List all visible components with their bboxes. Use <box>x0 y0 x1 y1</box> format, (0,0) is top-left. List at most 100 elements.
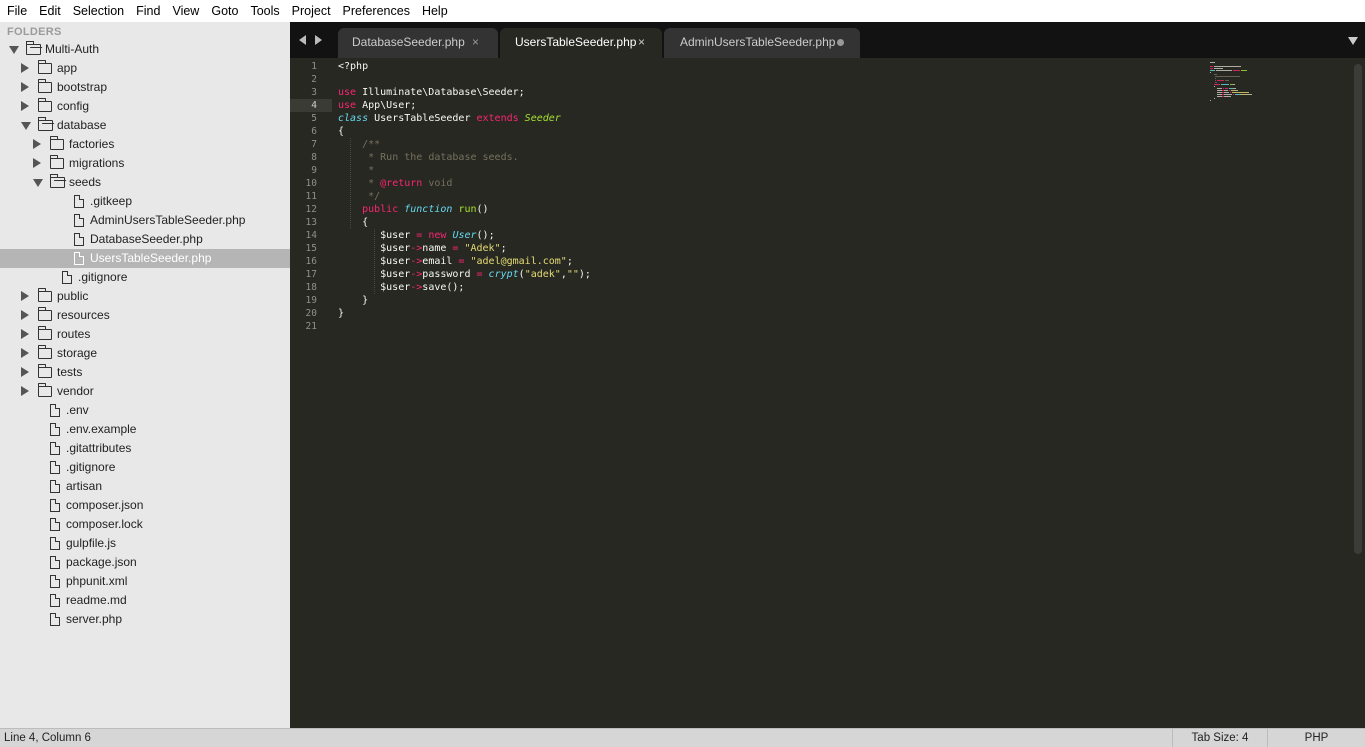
file-item[interactable]: gulpfile.js <box>0 534 290 553</box>
menu-selection[interactable]: Selection <box>67 0 130 22</box>
code-line[interactable]: public function run() <box>338 203 488 216</box>
menu-project[interactable]: Project <box>286 0 337 22</box>
file-item[interactable]: .gitignore <box>0 268 290 287</box>
file-item[interactable]: DatabaseSeeder.php <box>0 230 290 249</box>
folder-item[interactable]: storage <box>0 344 290 363</box>
folder-item[interactable]: Multi-Auth <box>0 40 290 59</box>
disclosure-closed-icon[interactable] <box>21 386 29 396</box>
disclosure-closed-icon[interactable] <box>33 158 41 168</box>
minimap[interactable] <box>1210 58 1270 118</box>
tab-users-table-seeder[interactable]: UsersTableSeeder.php × <box>500 28 662 58</box>
tab-close-icon[interactable]: × <box>472 28 479 56</box>
disclosure-closed-icon[interactable] <box>33 139 41 149</box>
file-item[interactable]: UsersTableSeeder.php <box>0 249 290 268</box>
code-line[interactable]: { <box>338 125 344 138</box>
code-line[interactable]: use Illuminate\Database\Seeder; <box>338 86 525 99</box>
folder-item[interactable]: seeds <box>0 173 290 192</box>
file-item[interactable]: composer.lock <box>0 515 290 534</box>
tab-dropdown-icon[interactable] <box>1348 37 1358 45</box>
tab-nav-right-icon[interactable] <box>315 35 322 45</box>
folder-item[interactable]: resources <box>0 306 290 325</box>
code-line[interactable]: /** <box>338 138 380 151</box>
disclosure-closed-icon[interactable] <box>21 291 29 301</box>
file-item[interactable]: server.php <box>0 610 290 629</box>
folder-item[interactable]: tests <box>0 363 290 382</box>
disclosure-closed-icon[interactable] <box>21 329 29 339</box>
code-line[interactable]: * <box>338 164 374 177</box>
menu-tools[interactable]: Tools <box>244 0 285 22</box>
syntax-selector[interactable]: PHP <box>1267 729 1365 747</box>
code-line[interactable]: * @return void <box>338 177 452 190</box>
disclosure-open-icon[interactable] <box>33 179 43 187</box>
code-line[interactable]: } <box>338 307 344 320</box>
tree-item-label: migrations <box>69 156 125 170</box>
folder-item[interactable]: factories <box>0 135 290 154</box>
file-item[interactable]: .gitignore <box>0 458 290 477</box>
file-item[interactable]: AdminUsersTableSeeder.php <box>0 211 290 230</box>
disclosure-closed-icon[interactable] <box>21 310 29 320</box>
menu-preferences[interactable]: Preferences <box>337 0 416 22</box>
tab-size-selector[interactable]: Tab Size: 4 <box>1172 729 1267 747</box>
code-line[interactable]: * Run the database seeds. <box>338 151 519 164</box>
disclosure-closed-icon[interactable] <box>21 82 29 92</box>
code-line[interactable]: <?php <box>338 60 368 73</box>
code-token: } <box>338 295 369 306</box>
code-line[interactable]: use App\User; <box>338 99 416 112</box>
menu-goto[interactable]: Goto <box>205 0 244 22</box>
folder-item[interactable]: app <box>0 59 290 78</box>
tab-close-icon[interactable]: × <box>638 28 645 56</box>
tree-item-label: .gitkeep <box>90 194 133 208</box>
menu-edit[interactable]: Edit <box>33 0 67 22</box>
disclosure-closed-icon[interactable] <box>21 101 29 111</box>
code-line[interactable]: $user->password = crypt("adek",""); <box>338 268 591 281</box>
line-number: 12 <box>305 204 317 215</box>
file-item[interactable]: .gitkeep <box>0 192 290 211</box>
line-number: 1 <box>311 61 317 72</box>
disclosure-closed-icon[interactable] <box>21 63 29 73</box>
code-line[interactable]: class UsersTableSeeder extends Seeder <box>338 112 561 125</box>
code-line[interactable]: { <box>338 216 368 229</box>
code-line[interactable]: $user = new User(); <box>338 229 494 242</box>
tab-database-seeder[interactable]: DatabaseSeeder.php × <box>338 28 498 58</box>
folder-item[interactable]: bootstrap <box>0 78 290 97</box>
disclosure-closed-icon[interactable] <box>21 348 29 358</box>
vertical-scrollbar[interactable] <box>1354 64 1362 554</box>
unsaved-dot-icon[interactable] <box>837 39 844 46</box>
file-item[interactable]: readme.md <box>0 591 290 610</box>
folder-item[interactable]: vendor <box>0 382 290 401</box>
minimap-line <box>1224 92 1229 93</box>
menu-find[interactable]: Find <box>130 0 166 22</box>
file-item[interactable]: package.json <box>0 553 290 572</box>
minimap-line <box>1214 68 1223 69</box>
menu-help[interactable]: Help <box>416 0 454 22</box>
code-token: function <box>404 204 453 215</box>
file-item[interactable]: composer.json <box>0 496 290 515</box>
file-item[interactable]: phpunit.xml <box>0 572 290 591</box>
file-item[interactable]: artisan <box>0 477 290 496</box>
disclosure-open-icon[interactable] <box>21 122 31 130</box>
disclosure-closed-icon[interactable] <box>21 367 29 377</box>
code-line[interactable]: */ <box>338 190 380 203</box>
folder-item[interactable]: routes <box>0 325 290 344</box>
code-token: UsersTableSeeder <box>368 113 477 124</box>
folder-item[interactable]: database <box>0 116 290 135</box>
folder-item[interactable]: public <box>0 287 290 306</box>
file-item[interactable]: .env.example <box>0 420 290 439</box>
tab-admin-users-table-seeder[interactable]: AdminUsersTableSeeder.php <box>664 28 860 58</box>
minimap-line <box>1225 88 1228 89</box>
code-editor[interactable]: <?php use Illuminate\Database\Seeder; use … <box>338 58 1198 728</box>
file-item[interactable]: .gitattributes <box>0 439 290 458</box>
folder-item[interactable]: config <box>0 97 290 116</box>
disclosure-open-icon[interactable] <box>9 46 19 54</box>
code-line[interactable]: $user->save(); <box>338 281 464 294</box>
editor-area: DatabaseSeeder.php × UsersTableSeeder.ph… <box>290 22 1365 728</box>
code-line[interactable]: $user->name = "Adek"; <box>338 242 506 255</box>
tab-nav-left-icon[interactable] <box>299 35 306 45</box>
code-token: extends <box>476 113 519 124</box>
file-item[interactable]: .env <box>0 401 290 420</box>
menu-view[interactable]: View <box>166 0 205 22</box>
line-number: 8 <box>311 152 317 163</box>
menu-file[interactable]: File <box>1 0 33 22</box>
folder-item[interactable]: migrations <box>0 154 290 173</box>
code-line[interactable]: } <box>338 294 368 307</box>
